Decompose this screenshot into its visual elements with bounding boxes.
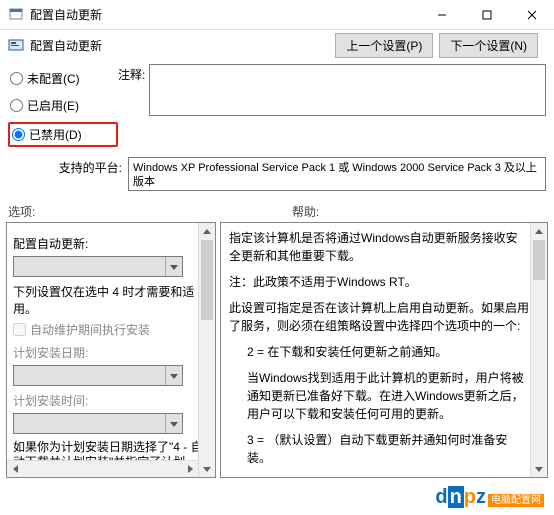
options-title: 配置自动更新: <box>13 235 209 252</box>
radio-disabled-input[interactable] <box>12 128 25 141</box>
watermark-logo: dnpz电脑配置网 <box>435 486 544 509</box>
subheader-title: 配置自动更新 <box>30 37 102 54</box>
radio-label: 已启用(E) <box>27 97 79 114</box>
radio-enabled[interactable]: 已启用(E) <box>8 95 118 116</box>
help-panel: 指定该计算机是否将通过Windows自动更新服务接收安全更新和其他重要下载。 注… <box>220 222 548 478</box>
radio-label: 未配置(C) <box>27 70 80 87</box>
chevron-down-icon <box>165 366 182 385</box>
chk-maintenance-input[interactable] <box>13 323 26 336</box>
options-heading: 选项: <box>8 203 262 220</box>
scroll-left-icon[interactable] <box>7 461 24 477</box>
close-button[interactable] <box>509 0 554 30</box>
options-vscrollbar[interactable] <box>198 223 215 477</box>
policy-icon <box>8 37 24 53</box>
scroll-track[interactable] <box>199 240 215 460</box>
scroll-up-icon[interactable] <box>199 223 215 240</box>
scroll-down-icon[interactable] <box>531 460 547 477</box>
help-text: 3 = （默认设置）自动下载更新并通知何时准备安装。 <box>229 431 529 467</box>
platform-textbox: Windows XP Professional Service Pack 1 或… <box>128 157 546 191</box>
scroll-thumb[interactable] <box>533 240 545 280</box>
next-setting-button[interactable]: 下一个设置(N) <box>439 33 538 58</box>
scroll-thumb[interactable] <box>201 240 213 320</box>
help-text: 2 = 在下载和安装任何更新之前通知。 <box>229 343 529 361</box>
options-note: 下列设置仅在选中 4 时才需要和适用。 <box>13 283 209 317</box>
radio-disabled[interactable]: 已禁用(D) <box>8 122 118 147</box>
radio-enabled-input[interactable] <box>10 99 23 112</box>
help-text: 当Windows找到适用于此计算机的更新时，用户将被通知更新已准备好下载。在进入… <box>229 369 529 423</box>
help-text: 指定该计算机是否将通过Windows自动更新服务接收安全更新和其他重要下载。 <box>229 229 529 265</box>
sched-day-combo[interactable] <box>13 365 183 386</box>
sched-time-combo[interactable] <box>13 413 183 434</box>
options-panel: 配置自动更新: 下列设置仅在选中 4 时才需要和适用。 自动维护期间执行安装 计… <box>6 222 216 478</box>
subheader: 配置自动更新 上一个设置(P) 下一个设置(N) <box>0 30 554 60</box>
scroll-track[interactable] <box>531 240 547 460</box>
help-vscrollbar[interactable] <box>530 223 547 477</box>
minimize-button[interactable] <box>419 0 464 30</box>
chevron-down-icon <box>165 257 182 276</box>
platform-label: 支持的平台: <box>8 157 128 176</box>
scroll-down-icon[interactable] <box>199 460 215 477</box>
titlebar: 配置自动更新 <box>0 0 554 30</box>
app-icon <box>8 7 24 23</box>
options-hscrollbar[interactable] <box>7 460 198 477</box>
radio-label: 已禁用(D) <box>29 126 82 143</box>
scroll-track[interactable] <box>24 461 181 477</box>
chk-maintenance[interactable]: 自动维护期间执行安装 <box>13 321 209 338</box>
help-text: Windows发现适用于该电脑的的更新并在背景中予以下载（用户不被通知或在此过程… <box>229 475 529 478</box>
sched-time-label: 计划安装时间: <box>13 392 209 409</box>
help-heading: 帮助: <box>262 203 546 220</box>
radio-not-configured-input[interactable] <box>10 72 23 85</box>
maximize-button[interactable] <box>464 0 509 30</box>
comment-label: 注释: <box>118 64 149 83</box>
update-mode-combo[interactable] <box>13 256 183 277</box>
chevron-down-icon <box>165 414 182 433</box>
help-text: 注：此政策不适用于Windows RT。 <box>229 273 529 291</box>
radio-not-configured[interactable]: 未配置(C) <box>8 68 118 89</box>
chk-label: 自动维护期间执行安装 <box>30 321 150 338</box>
scroll-right-icon[interactable] <box>181 461 198 477</box>
prev-setting-button[interactable]: 上一个设置(P) <box>335 33 433 58</box>
window-title: 配置自动更新 <box>30 6 419 23</box>
scroll-up-icon[interactable] <box>531 223 547 240</box>
sched-day-label: 计划安装日期: <box>13 344 209 361</box>
comment-textarea[interactable] <box>149 64 546 116</box>
help-text: 此设置可指定是否在该计算机上启用自动更新。如果启用了服务，则必须在组策略设置中选… <box>229 299 529 335</box>
